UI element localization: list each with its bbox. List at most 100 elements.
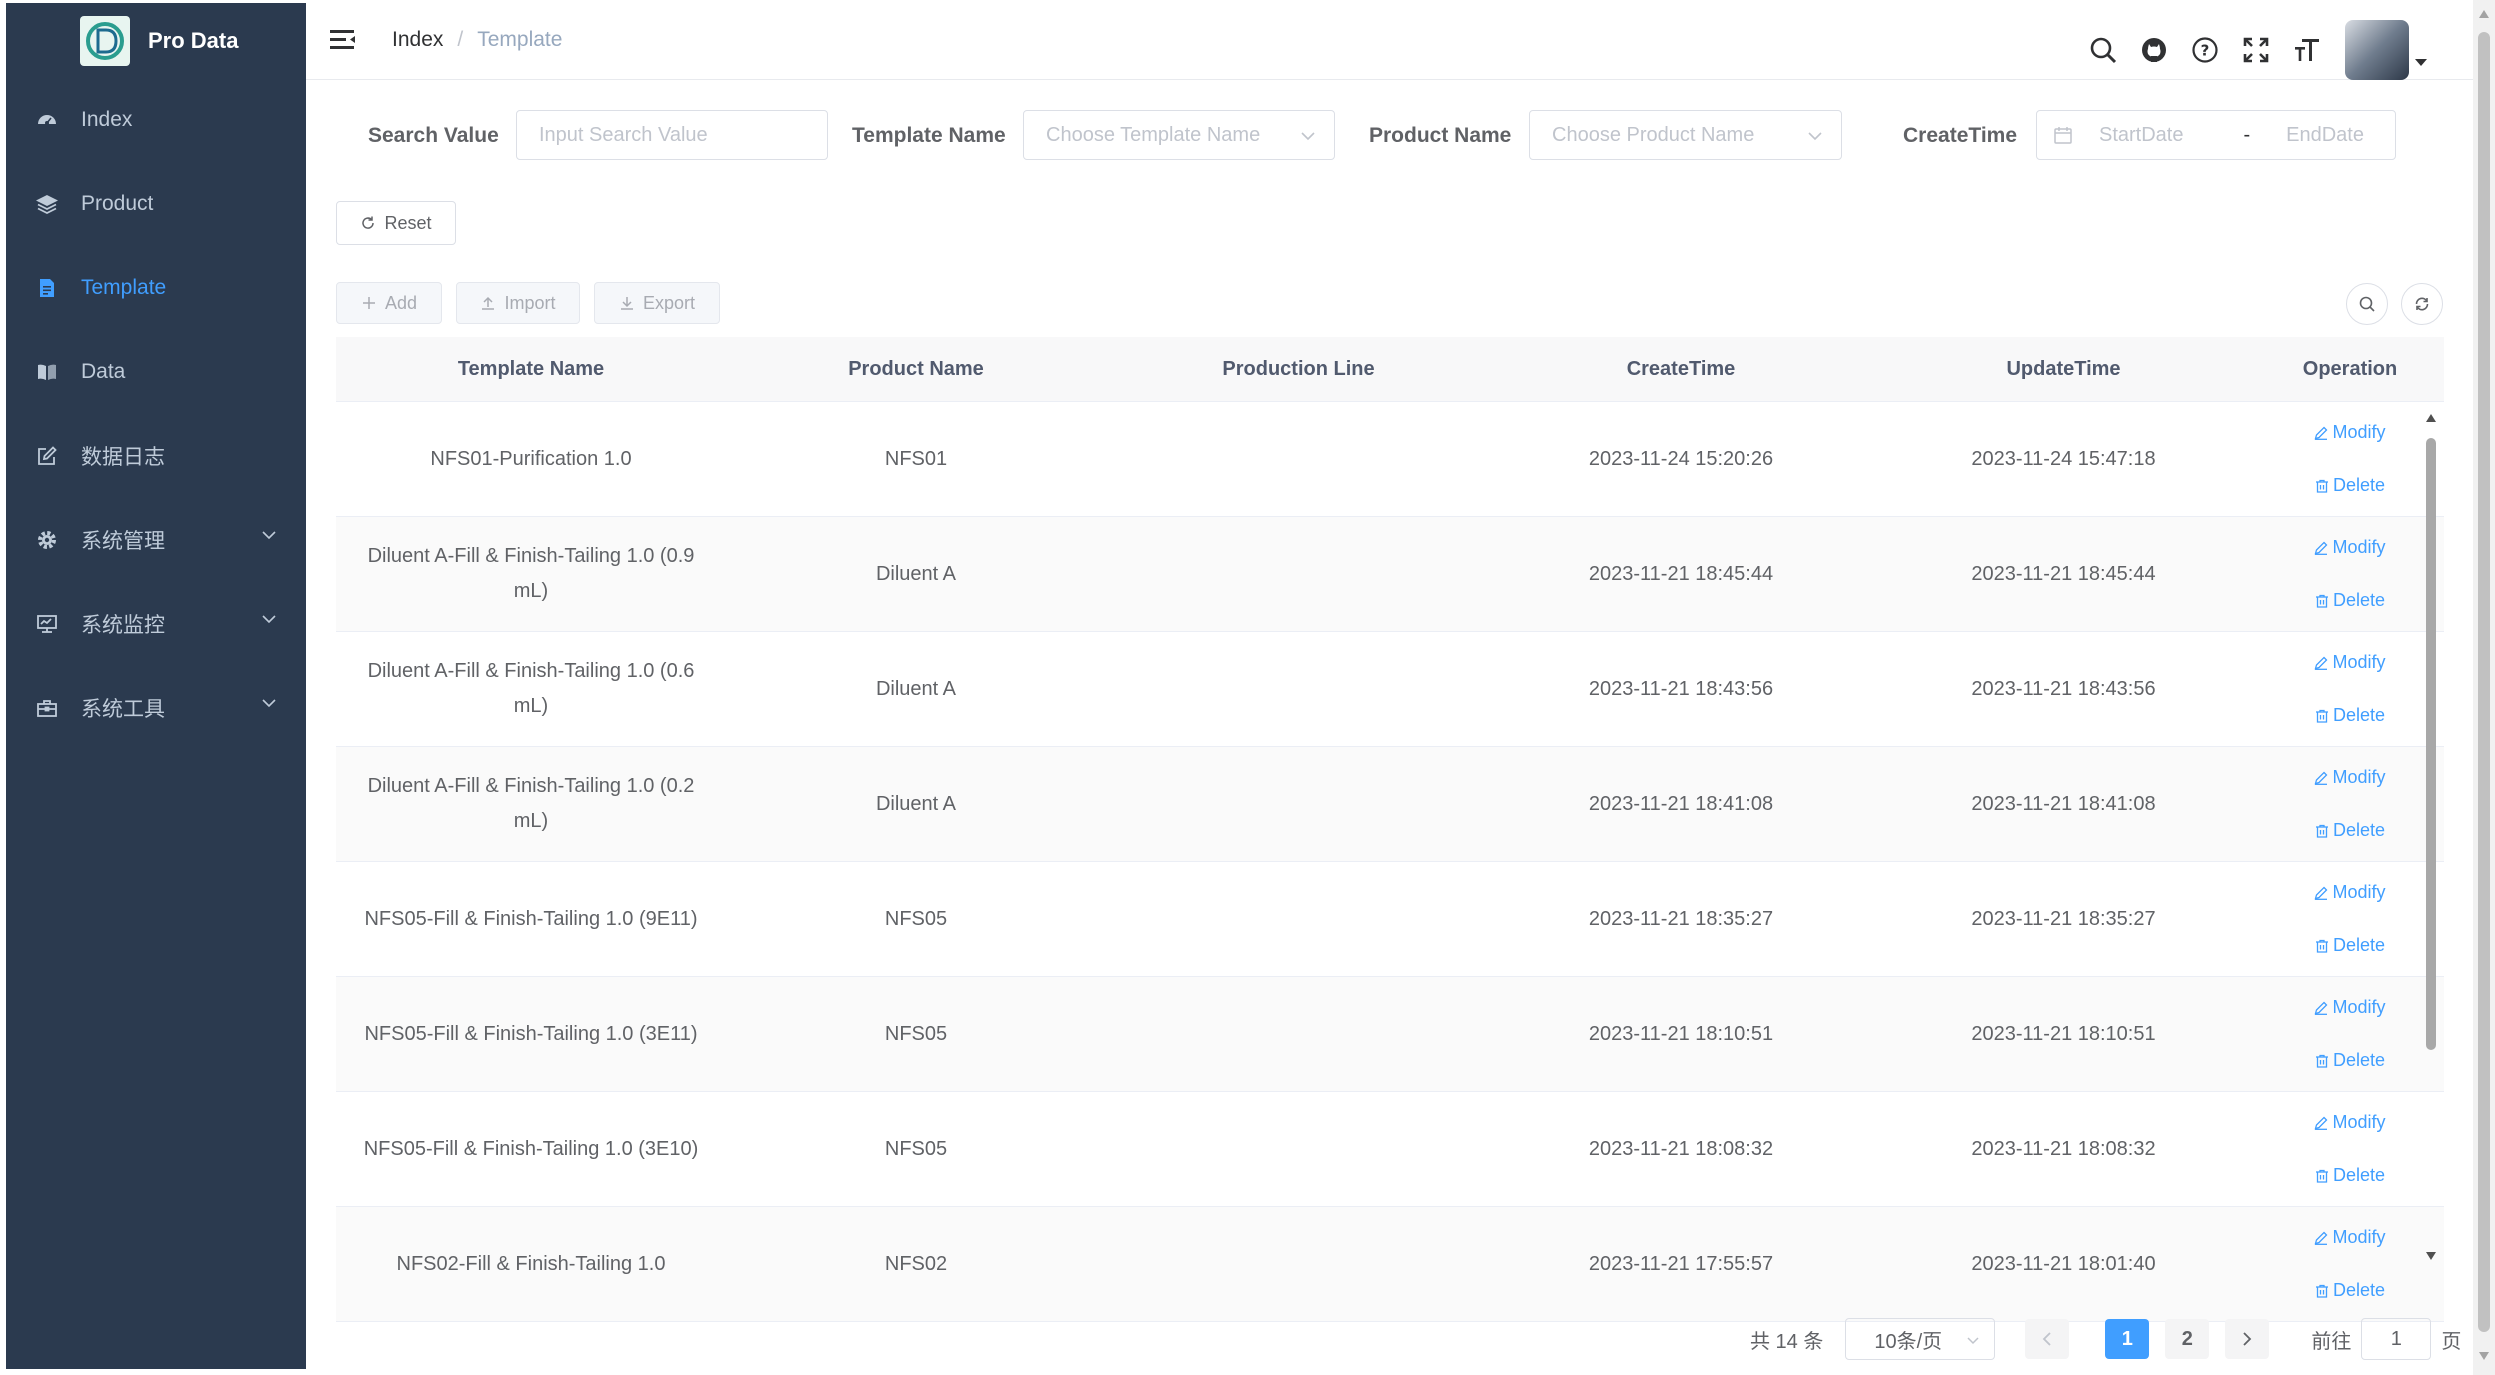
- table-row[interactable]: NFS05-Fill & Finish-Tailing 1.0 (3E10) NF…: [336, 1092, 2444, 1207]
- import-button[interactable]: Import: [456, 282, 580, 324]
- font-size-icon[interactable]: [2287, 30, 2327, 70]
- table-scrollbar-thumb[interactable]: [2426, 438, 2436, 1050]
- delete-button[interactable]: Delete: [2315, 813, 2385, 848]
- page-2-button[interactable]: 2: [2165, 1319, 2210, 1359]
- calendar-icon: [2054, 127, 2072, 144]
- export-button[interactable]: Export: [594, 282, 720, 324]
- modify-button[interactable]: Modify: [2314, 1105, 2386, 1140]
- modify-button[interactable]: Modify: [2314, 760, 2386, 795]
- fullscreen-icon[interactable]: [2236, 30, 2276, 70]
- search-value-input[interactable]: Input Search Value: [516, 110, 828, 160]
- delete-button[interactable]: Delete: [2315, 1043, 2385, 1078]
- cell-createtime: 2023-11-21 18:10:51: [1588, 1022, 1774, 1045]
- delete-label: Delete: [2332, 1165, 2386, 1185]
- sidebar-item-7[interactable]: 系统监控: [6, 582, 306, 666]
- delete-button[interactable]: Delete: [2315, 1273, 2385, 1308]
- cell-product-name: Diluent A: [875, 677, 957, 700]
- refresh-icon: [362, 216, 375, 229]
- table-row[interactable]: NFS02-Fill & Finish-Tailing 1.0 NFS02 2023…: [336, 1207, 2444, 1322]
- reset-button[interactable]: Reset: [336, 201, 456, 245]
- gear-icon: [35, 528, 59, 552]
- table-row[interactable]: Diluent A-Fill & Finish-Tailing 1.0 (0.6…: [336, 632, 2444, 747]
- delete-button[interactable]: Delete: [2315, 583, 2385, 618]
- start-date-input[interactable]: StartDate: [2099, 124, 2183, 147]
- delete-button[interactable]: Delete: [2315, 928, 2385, 963]
- column-updatetime: UpdateTime: [2006, 357, 2121, 380]
- sidebar-item-3[interactable]: Template: [6, 246, 306, 330]
- modify-button[interactable]: Modify: [2314, 415, 2386, 450]
- product-name-placeholder: Choose Product Name: [1552, 123, 1755, 146]
- cell-template-name: NFS02-Fill & Finish-Tailing 1.0: [396, 1252, 666, 1275]
- modify-label: Modify: [2332, 652, 2386, 672]
- modify-button[interactable]: Modify: [2314, 1220, 2386, 1255]
- delete-button[interactable]: Delete: [2315, 1158, 2385, 1193]
- refresh-table-button[interactable]: [2401, 283, 2443, 325]
- table-scrollbar[interactable]: [2423, 410, 2439, 1270]
- sidebar-item-label: Data: [81, 360, 126, 383]
- sidebar-item-4[interactable]: Data: [6, 330, 306, 414]
- page-size-select[interactable]: 10条/页: [1845, 1318, 1996, 1360]
- trash-icon: [2315, 1054, 2328, 1068]
- cell-updatetime: 2023-11-24 15:47:18: [1971, 447, 2156, 470]
- cell-template-name: NFS05-Fill & Finish-Tailing 1.0 (3E10): [363, 1137, 699, 1160]
- goto-page-input[interactable]: 1: [2361, 1318, 2432, 1360]
- table-body[interactable]: NFS01-Purification 1.0 NFS01 2023-11-24 15…: [336, 402, 2444, 1340]
- sidebar-item-1[interactable]: Index: [6, 78, 306, 162]
- edit-icon: [2315, 1231, 2328, 1245]
- prev-page-button[interactable]: [2025, 1319, 2070, 1359]
- sidebar-item-label: Product: [81, 192, 154, 215]
- modify-button[interactable]: Modify: [2314, 530, 2386, 565]
- column-createtime: CreateTime: [1626, 357, 1736, 380]
- logo[interactable]: Pro Data: [6, 3, 306, 78]
- scroll-up-icon: [2426, 414, 2436, 422]
- delete-label: Delete: [2332, 590, 2386, 610]
- sidebar-item-2[interactable]: Product: [6, 162, 306, 246]
- modify-label: Modify: [2332, 767, 2386, 787]
- product-name-select[interactable]: Choose Product Name: [1529, 110, 1842, 160]
- next-page-button[interactable]: [2225, 1319, 2270, 1359]
- table-row[interactable]: NFS01-Purification 1.0 NFS01 2023-11-24 15…: [336, 402, 2444, 517]
- trash-icon: [2315, 594, 2328, 608]
- delete-label: Delete: [2332, 475, 2386, 495]
- table-row[interactable]: NFS05-Fill & Finish-Tailing 1.0 (9E11) NF…: [336, 862, 2444, 977]
- search-icon[interactable]: [2083, 30, 2123, 70]
- github-icon[interactable]: [2134, 30, 2174, 70]
- modify-button[interactable]: Modify: [2314, 645, 2386, 680]
- scroll-down-icon: [2479, 1352, 2489, 1360]
- table-row[interactable]: Diluent A-Fill & Finish-Tailing 1.0 (0.9…: [336, 517, 2444, 632]
- page-scrollbar-thumb[interactable]: [2478, 32, 2490, 1332]
- delete-button[interactable]: Delete: [2315, 698, 2385, 733]
- table-row[interactable]: Diluent A-Fill & Finish-Tailing 1.0 (0.2…: [336, 747, 2444, 862]
- chevron-down-icon: [262, 531, 276, 540]
- sidebar-item-8[interactable]: 系统工具: [6, 666, 306, 750]
- toggle-search-button[interactable]: [2346, 283, 2388, 325]
- edit-icon: [2315, 1116, 2328, 1130]
- sidebar-item-5[interactable]: 数据日志: [6, 414, 306, 498]
- breadcrumb-index[interactable]: Index: [392, 28, 443, 52]
- cell-createtime: 2023-11-24 15:20:26: [1588, 447, 1774, 470]
- add-button[interactable]: Add: [336, 282, 442, 324]
- caret-down-icon[interactable]: [2415, 59, 2427, 67]
- modify-button[interactable]: Modify: [2314, 875, 2386, 910]
- delete-label: Delete: [2332, 705, 2386, 725]
- page-scrollbar[interactable]: [2473, 0, 2495, 1375]
- page-1-button[interactable]: 1: [2105, 1319, 2150, 1359]
- help-icon[interactable]: ?: [2185, 30, 2225, 70]
- hamburger-toggle[interactable]: [330, 28, 356, 57]
- table-row[interactable]: NFS05-Fill & Finish-Tailing 1.0 (3E11) NF…: [336, 977, 2444, 1092]
- breadcrumb: Index / Template: [392, 28, 562, 52]
- user-avatar[interactable]: [2345, 20, 2409, 80]
- modify-button[interactable]: Modify: [2314, 990, 2386, 1025]
- delete-button[interactable]: Delete: [2315, 468, 2385, 503]
- refresh-icon: [2415, 297, 2429, 311]
- cell-operation: Modify Delete: [2256, 645, 2444, 733]
- sidebar-item-6[interactable]: 系统管理: [6, 498, 306, 582]
- trash-icon: [2315, 824, 2328, 838]
- edit-icon: [2315, 771, 2328, 785]
- template-name-select[interactable]: Choose Template Name: [1023, 110, 1335, 160]
- createtime-range-picker[interactable]: StartDate - EndDate: [2036, 110, 2396, 160]
- cell-product-name: Diluent A: [875, 562, 957, 585]
- end-date-input[interactable]: EndDate: [2286, 124, 2364, 147]
- sidebar-item-label: Index: [81, 108, 133, 131]
- modify-label: Modify: [2332, 537, 2386, 557]
